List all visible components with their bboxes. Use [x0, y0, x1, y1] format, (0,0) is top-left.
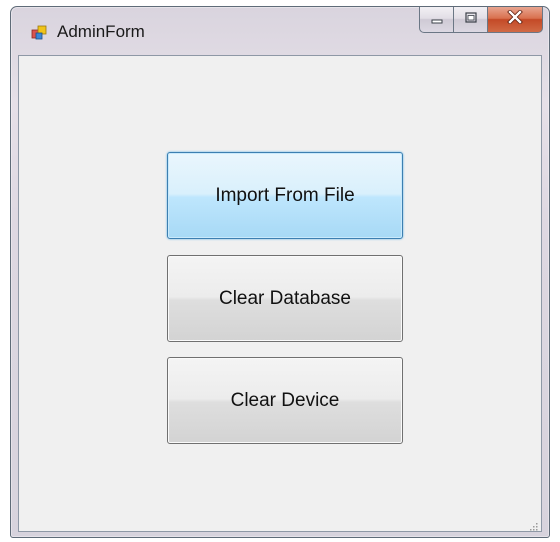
close-button[interactable]: [487, 7, 543, 33]
caption-buttons: [419, 7, 543, 33]
size-grip-icon[interactable]: [528, 518, 538, 531]
close-icon: [507, 9, 523, 29]
form-client-area: Import From File Clear Database Clear De…: [18, 55, 542, 532]
minimize-button[interactable]: [419, 7, 453, 33]
maximize-button[interactable]: [453, 7, 487, 33]
import-from-file-button[interactable]: Import From File: [167, 152, 403, 239]
window-title: AdminForm: [57, 22, 145, 41]
admin-form-window: AdminForm Import From File Clear Databas…: [10, 6, 550, 538]
clear-device-button[interactable]: Clear Device: [167, 357, 403, 444]
clear-database-button[interactable]: Clear Database: [167, 255, 403, 342]
maximize-icon: [464, 11, 478, 29]
minimize-icon: [430, 11, 444, 29]
title-bar[interactable]: AdminForm: [11, 7, 549, 55]
app-icon[interactable]: [31, 24, 47, 40]
